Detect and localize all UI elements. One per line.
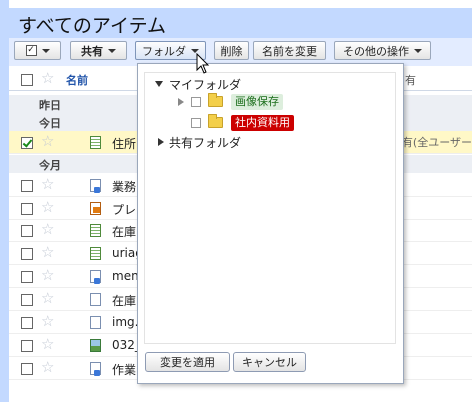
file-name[interactable]: img. <box>112 315 138 329</box>
folder-icon <box>208 93 223 107</box>
group-label: 今月 <box>39 159 61 172</box>
delete-button[interactable]: 削除 <box>214 41 249 60</box>
spreadsheet-icon <box>90 136 101 149</box>
row-checkbox[interactable] <box>21 363 33 375</box>
doc-icon <box>90 270 101 284</box>
star-icon[interactable]: ☆ <box>41 337 54 352</box>
folder-checkbox[interactable] <box>191 118 201 128</box>
row-checkbox[interactable] <box>21 248 33 260</box>
file-icon <box>90 293 101 306</box>
apply-changes-button[interactable]: 変更を適用 <box>145 352 230 372</box>
name-column-header[interactable]: 名前 <box>66 72 88 88</box>
file-name[interactable]: 住所 <box>112 135 136 152</box>
more-actions-label: その他の操作 <box>343 44 409 58</box>
star-icon[interactable]: ☆ <box>41 245 54 260</box>
row-checkbox[interactable] <box>21 317 33 329</box>
mouse-pointer-icon <box>196 53 210 74</box>
file-icon <box>90 316 101 329</box>
shared-folders-label[interactable]: 共有フォルダ <box>169 134 241 151</box>
cancel-label: キャンセル <box>242 356 297 369</box>
rename-label: 名前を変更 <box>262 44 317 58</box>
star-icon[interactable]: ☆ <box>41 314 54 329</box>
image-icon <box>90 339 101 352</box>
chevron-down-icon <box>108 48 116 53</box>
group-label: 今日 <box>39 117 61 130</box>
file-name[interactable]: プレ <box>112 201 136 218</box>
folder-checkbox[interactable] <box>191 97 201 107</box>
file-name[interactable]: 業務 <box>112 178 136 195</box>
shared-status: 有(全ユーザー <box>401 136 472 149</box>
chevron-down-icon <box>414 48 422 53</box>
file-name[interactable]: 作業 <box>112 361 136 378</box>
folder-label: フォルダ <box>142 44 186 58</box>
group-label: 昨日 <box>39 99 61 112</box>
row-checkbox[interactable] <box>21 180 33 192</box>
doc-icon <box>90 179 101 193</box>
folder-tree: マイフォルダ 画像保存 社内資料用 共有フォルダ <box>144 72 396 344</box>
doc-icon <box>90 362 101 376</box>
expand-right-icon[interactable] <box>158 138 164 146</box>
cancel-button[interactable]: キャンセル <box>233 352 306 372</box>
spreadsheet-icon <box>90 224 101 237</box>
chevron-down-icon <box>41 48 50 53</box>
chevron-down-icon <box>191 48 199 53</box>
star-icon[interactable]: ☆ <box>41 360 54 375</box>
presentation-icon <box>90 202 101 215</box>
star-icon[interactable]: ☆ <box>41 222 54 237</box>
expand-right-icon[interactable] <box>178 98 184 106</box>
file-name[interactable]: 在庫 <box>112 292 136 309</box>
delete-label: 削除 <box>220 44 243 58</box>
star-icon[interactable]: ☆ <box>41 268 54 283</box>
select-all-checkbox[interactable] <box>21 74 33 86</box>
row-checkbox[interactable] <box>21 271 33 283</box>
file-name[interactable]: 在庫 <box>112 223 136 240</box>
file-name[interactable]: men <box>112 269 139 283</box>
page-title: すべてのアイテム <box>18 15 167 37</box>
expand-down-icon[interactable] <box>155 81 163 87</box>
folder-label-image-save[interactable]: 画像保存 <box>231 94 283 110</box>
row-checkbox[interactable] <box>21 294 33 306</box>
folder-icon <box>208 114 223 128</box>
apply-label: 変更を適用 <box>160 356 215 369</box>
share-button[interactable]: 共有 <box>70 41 127 60</box>
checkbox-icon: ✓ <box>25 45 37 56</box>
star-icon[interactable]: ☆ <box>41 71 54 86</box>
row-checkbox[interactable] <box>21 203 33 215</box>
shared-column-header[interactable]: 有 <box>405 72 416 88</box>
my-folders-label[interactable]: マイフォルダ <box>169 76 241 93</box>
star-icon[interactable]: ☆ <box>41 291 54 306</box>
more-actions-button[interactable]: その他の操作 <box>334 41 431 60</box>
share-label: 共有 <box>81 44 103 58</box>
folder-label-internal-docs[interactable]: 社内資料用 <box>231 115 294 131</box>
docs-list-page: すべてのアイテム ✓ 共有 フォルダ 削除 名前を変更 その他の操作 ☆ 名前 … <box>0 0 472 402</box>
star-icon[interactable]: ☆ <box>41 134 54 149</box>
select-menu-button[interactable]: ✓ <box>14 41 61 60</box>
row-checkbox[interactable] <box>21 137 33 149</box>
spreadsheet-icon <box>90 247 101 260</box>
rename-button[interactable]: 名前を変更 <box>253 41 326 60</box>
row-checkbox[interactable] <box>21 225 33 237</box>
left-accent-strip <box>0 0 9 402</box>
star-icon[interactable]: ☆ <box>41 200 54 215</box>
star-icon[interactable]: ☆ <box>41 177 54 192</box>
row-checkbox[interactable] <box>21 340 33 352</box>
